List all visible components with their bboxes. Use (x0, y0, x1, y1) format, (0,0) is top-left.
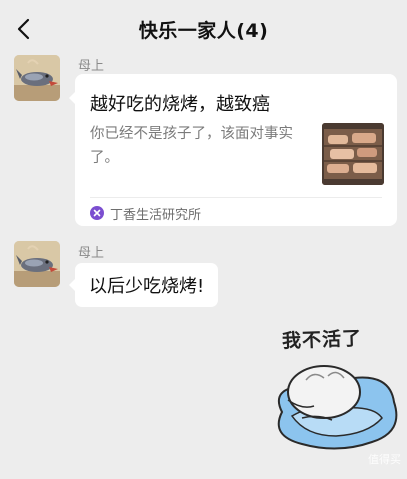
card-divider (90, 197, 382, 198)
sender-name: 母上 (78, 246, 105, 261)
article-title: 越好吃的烧烤，越致癌 (90, 94, 270, 115)
chat-title[interactable]: 快乐一家人(4) (0, 16, 407, 43)
chat-header: 快乐一家人(4) (0, 0, 407, 58)
sender-avatar[interactable] (14, 241, 60, 287)
sender-name: 母上 (78, 59, 105, 74)
sticker-caption: 我不活了 (281, 327, 363, 353)
shared-article-card[interactable]: 越好吃的烧烤，越致癌 你已经不是孩子了，该面对事实了。 丁香生活研究所 (69, 74, 397, 226)
article-source[interactable]: 丁香生活研究所 (90, 203, 201, 223)
source-name: 丁香生活研究所 (110, 207, 202, 223)
message-bubble[interactable]: 以后少吃烧烤! (68, 263, 219, 307)
mini-program-icon (90, 206, 104, 220)
article-description: 你已经不是孩子了，该面对事实了。 (90, 126, 293, 166)
article-thumbnail (322, 123, 384, 185)
sender-avatar[interactable] (14, 55, 60, 101)
watermark: 值得买 (368, 453, 401, 466)
